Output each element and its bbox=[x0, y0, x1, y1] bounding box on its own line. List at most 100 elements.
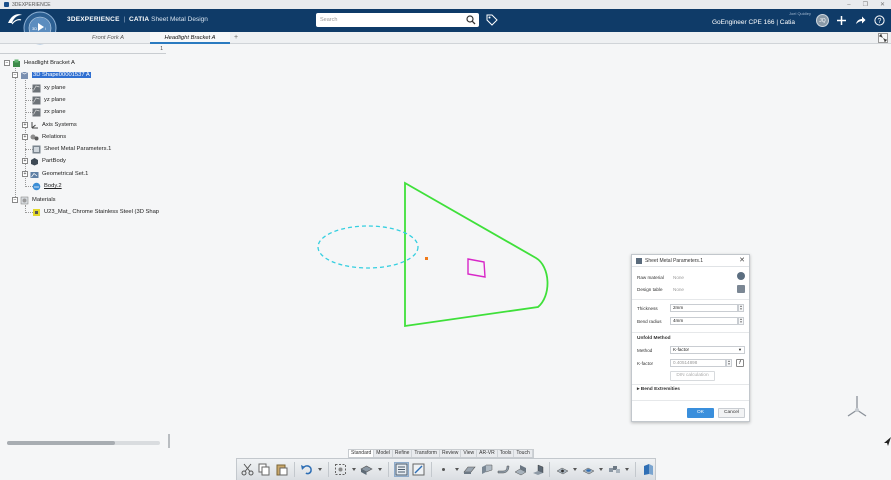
method-select[interactable]: K-factor ▼ bbox=[670, 346, 745, 354]
raw-material-value: None bbox=[673, 275, 684, 280]
collapse-icon[interactable]: − bbox=[4, 60, 10, 66]
search-input[interactable] bbox=[320, 17, 460, 23]
sketch-icon[interactable] bbox=[412, 462, 426, 477]
section-tab-model[interactable]: Model bbox=[374, 450, 393, 457]
help-icon[interactable]: ? bbox=[874, 15, 885, 26]
dialog-title-bar[interactable]: Sheet Metal Parameters.1 bbox=[632, 255, 749, 267]
view-mode-icon[interactable] bbox=[360, 462, 374, 477]
paste-icon[interactable] bbox=[275, 462, 289, 477]
expand-node-icon[interactable]: + bbox=[22, 171, 28, 177]
tree-horizontal-scrollbar[interactable] bbox=[7, 441, 160, 445]
section-tab-refine[interactable]: Refine bbox=[393, 450, 413, 457]
tree-item-sheet-metal-params[interactable]: Sheet Metal Parameters.1 bbox=[32, 143, 111, 155]
collapse-icon[interactable]: − bbox=[12, 72, 18, 78]
wall-icon[interactable] bbox=[463, 462, 477, 477]
dialog-title: Sheet Metal Parameters.1 bbox=[645, 257, 704, 264]
cutout-icon[interactable] bbox=[555, 462, 569, 477]
bend-icon[interactable] bbox=[496, 462, 510, 477]
undo-icon[interactable] bbox=[300, 462, 314, 477]
thickness-field[interactable]: 2mm bbox=[670, 304, 738, 312]
section-tab-review[interactable]: Review bbox=[440, 450, 462, 457]
expand-icon[interactable] bbox=[878, 33, 888, 43]
minimize-icon[interactable]: – bbox=[847, 2, 850, 8]
maximize-icon[interactable]: ❐ bbox=[863, 1, 868, 8]
design-table-icon[interactable] bbox=[737, 285, 745, 293]
section-tab-touch[interactable]: Touch bbox=[514, 450, 533, 457]
tree-item-relations[interactable]: + Relations bbox=[22, 131, 66, 143]
panel-splitter[interactable] bbox=[168, 434, 170, 448]
unfold-icon[interactable] bbox=[513, 462, 527, 477]
pattern-dropdown-icon[interactable] bbox=[624, 462, 630, 477]
tree-item-3dshape[interactable]: − 3D Shape00001537 A bbox=[12, 69, 91, 81]
tree-item-material-chrome[interactable]: U23_Mat_ Chrome Stainless Steel (3D Shap bbox=[32, 206, 159, 218]
view-mode-dropdown-icon[interactable] bbox=[377, 462, 383, 477]
add-tab-button[interactable]: + bbox=[234, 32, 238, 44]
bend-radius-spinner[interactable]: ▴ ▾ bbox=[738, 317, 744, 325]
thickness-spinner[interactable]: ▴ ▾ bbox=[738, 304, 744, 312]
os-title-bar: 3DEXPERIENCE – ❐ ✕ bbox=[0, 0, 891, 9]
collapse-icon[interactable]: − bbox=[12, 197, 18, 203]
expand-node-icon[interactable]: + bbox=[22, 158, 28, 164]
select-dropdown-icon[interactable] bbox=[351, 462, 357, 477]
share-icon[interactable] bbox=[855, 15, 866, 26]
tree-item-partbody[interactable]: + PartBody bbox=[22, 155, 66, 167]
select-icon[interactable] bbox=[334, 462, 348, 477]
tab-headlight-bracket[interactable]: Headlight Bracket A bbox=[150, 32, 230, 44]
fold-icon[interactable] bbox=[530, 462, 544, 477]
tree-root[interactable]: − Headlight Bracket A bbox=[4, 57, 75, 69]
model-viewport bbox=[317, 181, 549, 328]
body-icon bbox=[31, 157, 38, 165]
kfactor-spinner[interactable]: ▴ ▾ bbox=[726, 359, 732, 367]
stamp-dropdown-icon[interactable] bbox=[598, 462, 604, 477]
section-tab-tools[interactable]: Tools bbox=[498, 450, 515, 457]
tag-icon[interactable] bbox=[486, 14, 498, 26]
cancel-button[interactable]: Cancel bbox=[718, 408, 745, 418]
copy-icon[interactable] bbox=[258, 462, 272, 477]
bend-radius-field[interactable]: 4mm bbox=[670, 317, 738, 325]
search-box[interactable] bbox=[316, 13, 479, 27]
kfactor-field[interactable]: 0.40514898 bbox=[670, 359, 726, 367]
tree-item-xy-plane[interactable]: xy plane bbox=[32, 82, 66, 94]
raw-material-picker-icon[interactable] bbox=[737, 272, 745, 280]
fold-unfold-view-icon[interactable] bbox=[641, 462, 655, 477]
sheet-metal-parameters-icon bbox=[636, 257, 642, 264]
collaborative-space-selector[interactable]: GoEngineer CPE 166 | Catia bbox=[712, 19, 795, 26]
flange-icon[interactable] bbox=[479, 462, 493, 477]
section-tab-transform[interactable]: Transform bbox=[412, 450, 440, 457]
compass-triad-icon[interactable] bbox=[846, 394, 868, 420]
bend-radius-label: Bend radius bbox=[637, 319, 662, 324]
tree-item-yz-plane[interactable]: yz plane bbox=[32, 94, 66, 106]
sheet-metal-parameters-tool-icon[interactable] bbox=[393, 462, 409, 477]
ok-button[interactable]: OK bbox=[687, 408, 714, 418]
search-icon[interactable] bbox=[466, 15, 476, 25]
point-icon[interactable] bbox=[437, 462, 451, 477]
close-icon[interactable]: ✕ bbox=[738, 257, 746, 265]
point-dropdown-icon[interactable] bbox=[454, 462, 460, 477]
tree-item-materials[interactable]: − Materials bbox=[12, 194, 56, 206]
pattern-icon[interactable] bbox=[607, 462, 621, 477]
undo-dropdown-icon[interactable] bbox=[317, 462, 323, 477]
bend-extremities-section[interactable]: ▸ Bend Extremities bbox=[637, 387, 680, 392]
section-tab-standard[interactable]: Standard bbox=[349, 450, 375, 457]
cutout-dropdown-icon[interactable] bbox=[572, 462, 578, 477]
avatar[interactable]: JQ bbox=[816, 14, 829, 27]
section-tab-ar-vr[interactable]: AR-VR bbox=[477, 450, 498, 457]
add-icon[interactable] bbox=[836, 15, 847, 26]
cut-icon[interactable] bbox=[241, 462, 255, 477]
tab-front-fork[interactable]: Front Fork A bbox=[82, 32, 134, 44]
tree-item-zx-plane[interactable]: zx plane bbox=[32, 106, 66, 118]
tree-ruler: 1 bbox=[0, 45, 166, 54]
din-calculation-button[interactable]: DIN calculation bbox=[670, 371, 715, 381]
expand-node-icon[interactable]: + bbox=[22, 134, 28, 140]
app-label: CATIA bbox=[128, 16, 150, 23]
tree-item-geometrical-set[interactable]: + Geometrical Set.1 bbox=[22, 168, 88, 180]
expand-node-icon[interactable]: + bbox=[22, 122, 28, 128]
stamp-icon[interactable] bbox=[581, 462, 595, 477]
tree-item-body2[interactable]: Body.2 bbox=[32, 180, 62, 192]
scrollbar-thumb[interactable] bbox=[7, 441, 115, 445]
formula-icon[interactable]: f bbox=[736, 359, 744, 367]
tree-item-axis-systems[interactable]: + Axis Systems bbox=[22, 119, 77, 131]
design-table-label: Design table bbox=[637, 287, 663, 292]
close-window-icon[interactable]: ✕ bbox=[880, 1, 885, 8]
section-tab-view[interactable]: View bbox=[461, 450, 478, 457]
